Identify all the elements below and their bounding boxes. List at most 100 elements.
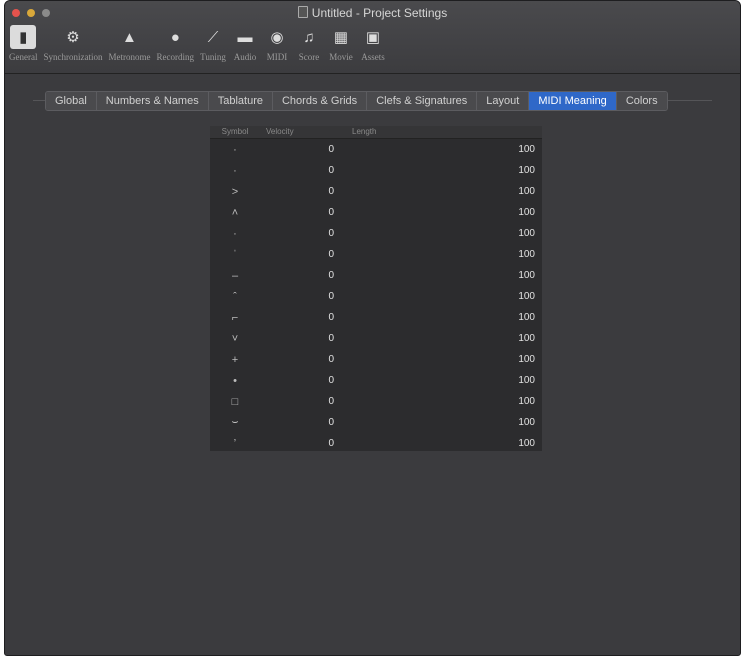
table-row[interactable]: – 0 100 (210, 265, 542, 286)
toolbar-item-score[interactable]: ♫ Score (296, 25, 322, 63)
tab-clefs-signatures[interactable]: Clefs & Signatures (367, 92, 478, 110)
velocity-value[interactable]: 0 (260, 333, 334, 344)
movie-icon: ▦ (333, 29, 349, 46)
toolbar-item-label: Movie (329, 52, 353, 62)
table-row[interactable]: · 0 100 (210, 139, 542, 160)
toolbar-item-audio[interactable]: ▬ Audio (232, 25, 258, 63)
velocity-value[interactable]: 0 (260, 144, 334, 155)
midi-icon: ◉ (270, 29, 284, 46)
velocity-value[interactable]: 0 (260, 375, 334, 386)
toolbar-item-recording[interactable]: ● Recording (156, 25, 194, 63)
length-value[interactable]: 100 (334, 144, 542, 155)
document-icon (297, 6, 308, 18)
velocity-value[interactable]: 0 (260, 396, 334, 407)
toolbar-item-assets[interactable]: ▣ Assets (360, 25, 386, 62)
recording-icon: ● (170, 28, 180, 46)
articulation-symbol: □ (231, 395, 239, 408)
articulation-symbol: ˆ (233, 290, 237, 303)
length-value[interactable]: 100 (334, 186, 542, 197)
toolbar-item-label: MIDI (266, 52, 288, 62)
articulation-symbol: + (231, 353, 239, 366)
velocity-value[interactable]: 0 (260, 291, 334, 302)
length-value[interactable]: 100 (334, 396, 542, 407)
length-value[interactable]: 100 (334, 291, 542, 302)
tab-numbers-names[interactable]: Numbers & Names (96, 92, 209, 110)
length-value[interactable]: 100 (334, 228, 542, 239)
length-value[interactable]: 100 (334, 438, 542, 449)
table-row[interactable]: · 0 100 (210, 160, 542, 181)
length-value[interactable]: 100 (334, 270, 542, 281)
table-row[interactable]: >0 100 (210, 181, 542, 202)
length-value[interactable]: 100 (334, 312, 542, 323)
toolbar-item-movie[interactable]: ▦ Movie (328, 25, 354, 62)
articulation-symbol: – (231, 269, 239, 282)
length-value[interactable]: 100 (334, 207, 542, 218)
toolbar-item-tuning[interactable]: ⟋ Tuning (200, 25, 226, 63)
tab-layout[interactable]: Layout (477, 92, 530, 110)
table-row[interactable]: ˄ 0 100 (210, 202, 542, 223)
synchronization-icon: ⚙ (66, 29, 80, 46)
velocity-value[interactable]: 0 (260, 165, 334, 176)
tab-global[interactable]: Global (46, 92, 97, 110)
tab-colors[interactable]: Colors (616, 92, 667, 110)
length-value[interactable]: 100 (334, 249, 542, 260)
metronome-icon: ▲ (122, 28, 137, 46)
toolbar-item-label: General (9, 52, 38, 62)
length-value[interactable]: 100 (334, 375, 542, 386)
articulation-symbol: ⌣ (231, 416, 239, 428)
column-header-length[interactable]: Length (346, 126, 432, 138)
velocity-value[interactable]: 0 (260, 249, 334, 260)
velocity-value[interactable]: 0 (260, 207, 334, 218)
column-header-symbol[interactable]: Symbol (210, 126, 260, 138)
table-row[interactable]: +0 100 (210, 349, 542, 370)
velocity-value[interactable]: 0 (260, 186, 334, 197)
toolbar-item-general[interactable]: ▮ General (9, 25, 37, 62)
length-value[interactable]: 100 (334, 417, 542, 428)
velocity-value[interactable]: 0 (260, 270, 334, 281)
articulation-symbol: ⌐ (231, 311, 239, 324)
toolbar-item-label: Audio (233, 52, 257, 62)
articulation-symbol: ˄ (231, 206, 239, 219)
table-row[interactable]: ʼ 0 100 (210, 433, 542, 454)
table-row[interactable]: ˅ 0 100 (210, 328, 542, 349)
assets-icon: ▣ (365, 29, 381, 46)
tab-tablature[interactable]: Tablature (208, 92, 273, 110)
table-row[interactable]: □ 0 100 (210, 391, 542, 412)
column-header-velocity[interactable]: Velocity (260, 126, 346, 138)
window-title-text: Untitled - Project Settings (311, 6, 448, 20)
articulation-symbol: · (233, 227, 237, 240)
velocity-value[interactable]: 0 (260, 228, 334, 239)
table-row[interactable]: ˆ 0 100 (210, 286, 542, 307)
table-row[interactable]: ⌐ 0 100 (210, 307, 542, 328)
velocity-value[interactable]: 0 (260, 354, 334, 365)
toolbar-item-synchronization[interactable]: ⚙ Synchronization (43, 25, 102, 62)
articulation-symbol: · (233, 143, 237, 156)
length-value[interactable]: 100 (334, 165, 542, 176)
audio-icon: ▬ (237, 28, 253, 46)
score-icon: ♫ (303, 28, 315, 46)
settings-toolbar: ▮ General ⚙ Synchronization ▲ Metronome ● Recor… (5, 25, 740, 71)
toolbar-item-midi[interactable]: ◉ MIDI (264, 25, 290, 62)
tuning-icon: ⟋ (207, 28, 219, 46)
toolbar-item-label: Assets (361, 52, 385, 62)
toolbar-item-label: Score (298, 52, 320, 62)
score-settings-tabs: Global Numbers & Names Tablature Chords & G… (45, 91, 668, 111)
tab-chords-grids[interactable]: Chords & Grids (272, 92, 368, 110)
length-value[interactable]: 100 (334, 333, 542, 344)
table-row[interactable]: · 0 100 (210, 223, 542, 244)
articulation-symbol: · (233, 164, 237, 177)
title-bar: Untitled - Project Settings ▮ General ⚙ Syn… (5, 1, 740, 74)
toolbar-item-metronome[interactable]: ▲ Metronome (108, 25, 150, 63)
velocity-value[interactable]: 0 (260, 312, 334, 323)
table-row[interactable]: • 0 100 (210, 370, 542, 391)
length-value[interactable]: 100 (334, 354, 542, 365)
tab-midi-meaning[interactable]: MIDI Meaning (529, 92, 617, 110)
table-body: · 0 100 · 0 100 >0 100 ˄ 0 100 · 0 100 ˈ 0 100–0 100 ˆ 0 100… (210, 139, 542, 454)
articulation-symbol: ʼ (233, 437, 237, 450)
velocity-value[interactable]: 0 (260, 438, 334, 449)
table-row[interactable]: ⌣ 0 100 (210, 412, 542, 433)
toolbar-item-label: Recording (156, 52, 194, 62)
table-row[interactable]: ˈ 0 100 (210, 244, 542, 265)
velocity-value[interactable]: 0 (260, 417, 334, 428)
project-settings-window: Untitled - Project Settings ▮ General ⚙ Syn… (4, 0, 741, 656)
